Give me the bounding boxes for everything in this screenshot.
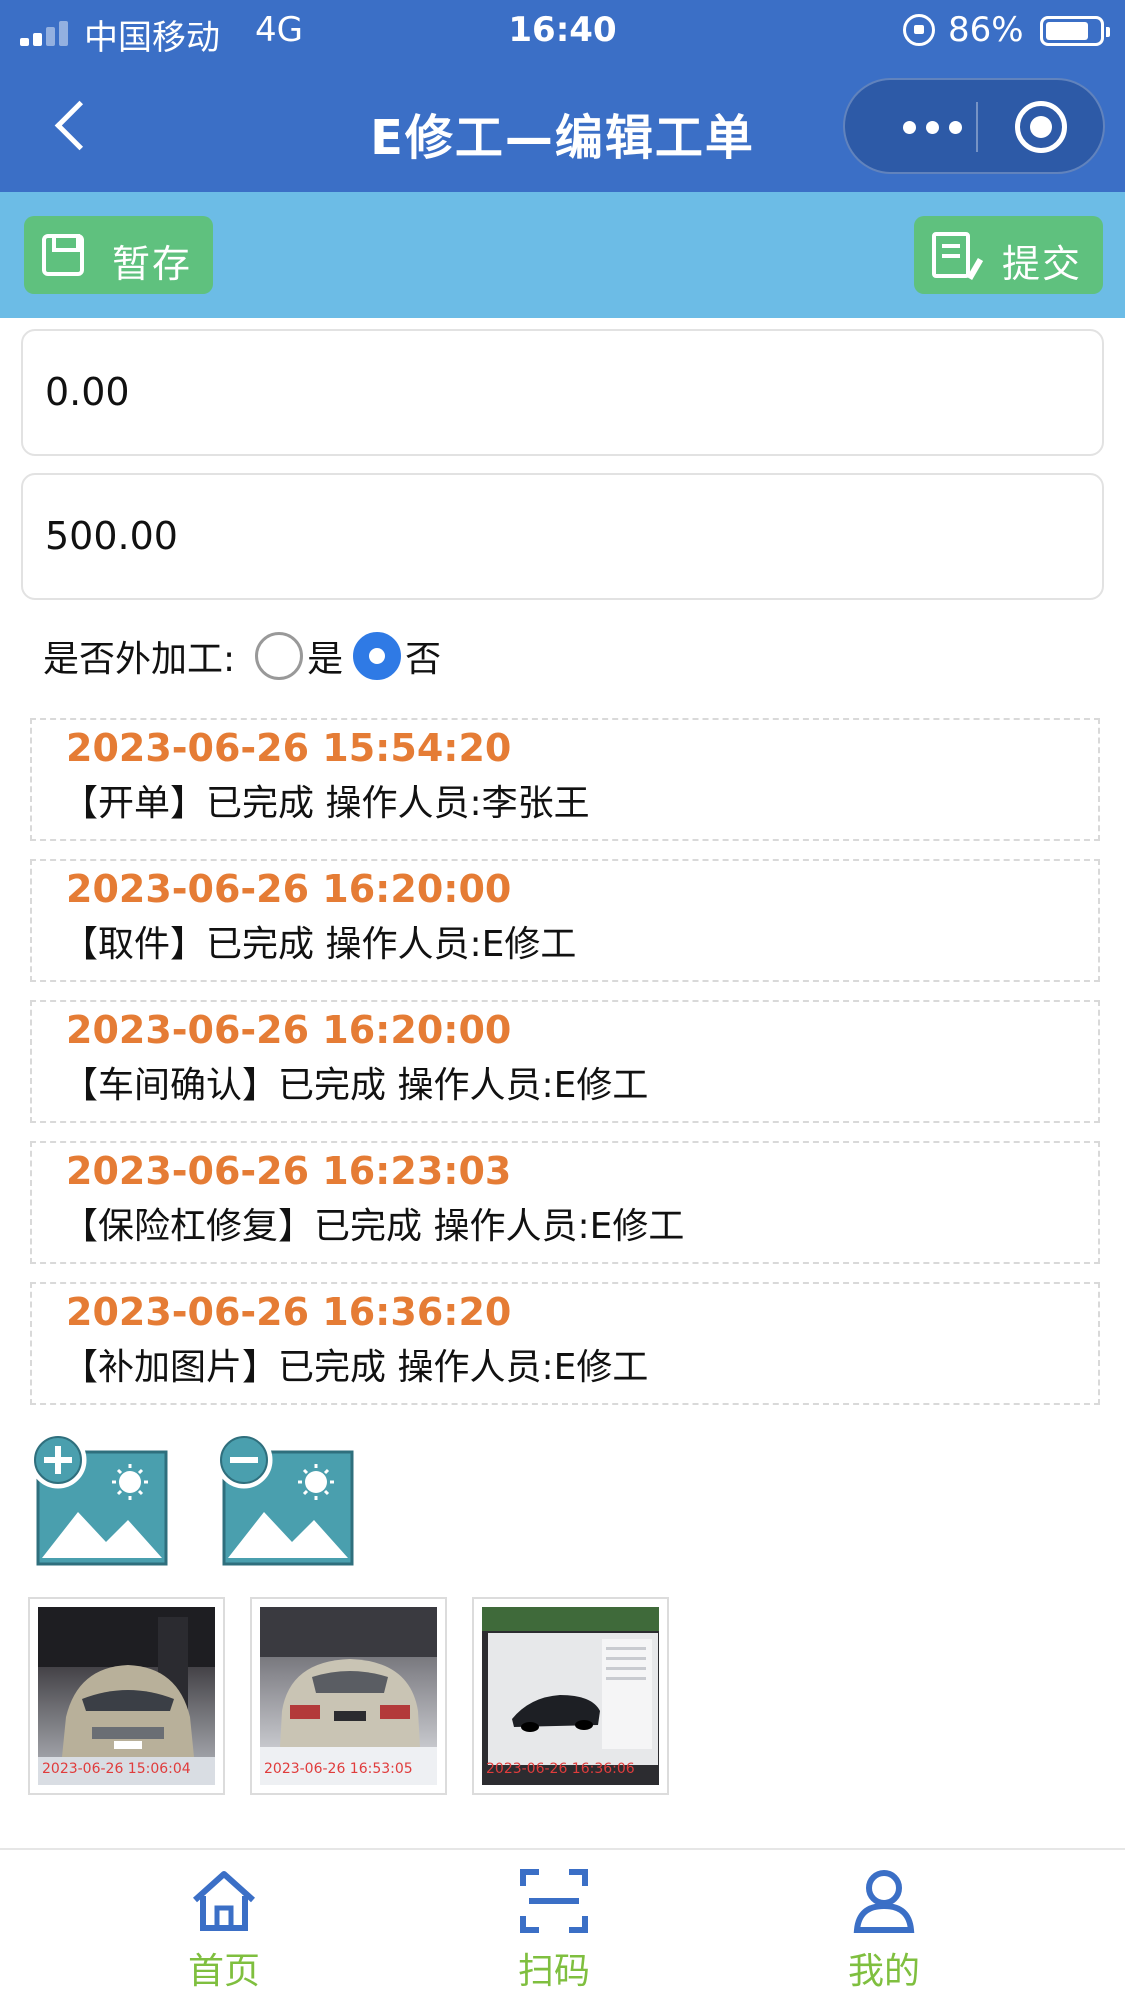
photo-thumbnail[interactable]: 2023-06-26 15:06:04 xyxy=(28,1597,225,1795)
log-time: 2023-06-26 16:20:00 xyxy=(66,867,512,911)
log-text: 【开单】已完成 操作人员:李张王 xyxy=(62,783,590,824)
log-time: 2023-06-26 16:36:20 xyxy=(66,1290,512,1334)
battery-percent: 86% xyxy=(948,10,1024,50)
log-text: 【保险杠修复】已完成 操作人员:E修工 xyxy=(62,1206,685,1247)
rotation-lock-icon xyxy=(903,14,935,46)
log-entry: 2023-06-26 16:20:00 【取件】已完成 操作人员:E修工 xyxy=(30,859,1100,982)
log-time: 2023-06-26 16:20:00 xyxy=(66,1008,512,1052)
status-bar: 中国移动 4G 16:40 86% xyxy=(0,0,1125,62)
capsule-divider xyxy=(976,102,978,152)
radio-no-label[interactable]: 否 xyxy=(405,630,441,682)
photo-timestamp: 2023-06-26 16:36:06 xyxy=(486,1761,635,1777)
car-front-photo: 2023-06-26 15:06:04 xyxy=(38,1607,215,1785)
amount-field-2[interactable]: 500.00 xyxy=(21,473,1104,600)
document-edit-icon xyxy=(932,232,970,278)
log-text: 【取件】已完成 操作人员:E修工 xyxy=(62,924,577,965)
log-time: 2023-06-26 16:23:03 xyxy=(66,1149,512,1193)
photo-thumbnail[interactable]: 2023-06-26 16:36:06 xyxy=(472,1597,669,1795)
submit-label: 提交 xyxy=(1002,242,1083,286)
photo-timestamp: 2023-06-26 16:53:05 xyxy=(264,1761,413,1777)
log-entry: 2023-06-26 15:54:20 【开单】已完成 操作人员:李张王 xyxy=(30,718,1100,841)
tab-scan-label: 扫码 xyxy=(517,1951,590,1992)
bottom-tab-bar: 首页 扫码 我的 xyxy=(0,1848,1125,2001)
add-image-icon[interactable] xyxy=(28,1430,173,1570)
remove-image-icon[interactable] xyxy=(214,1430,359,1570)
scan-icon xyxy=(520,1869,588,1933)
log-text: 【车间确认】已完成 操作人员:E修工 xyxy=(62,1065,649,1106)
outsourcing-radio-group: 是否外加工: 是 否 xyxy=(43,626,451,686)
mini-program-capsule xyxy=(843,78,1105,174)
photo-thumbnail[interactable]: 2023-06-26 16:53:05 xyxy=(250,1597,447,1795)
top-bar: 中国移动 4G 16:40 86% E修工—编辑工单 xyxy=(0,0,1125,192)
radio-yes-label[interactable]: 是 xyxy=(307,630,343,682)
tab-profile-label: 我的 xyxy=(847,1951,920,1992)
tab-home-label: 首页 xyxy=(187,1951,260,1992)
submit-button[interactable]: 提交 xyxy=(914,216,1103,294)
more-dots-icon[interactable] xyxy=(885,80,980,172)
outsourcing-question: 是否外加工: xyxy=(43,639,236,680)
car-rear-photo: 2023-06-26 16:53:05 xyxy=(260,1607,437,1785)
nav-bar: E修工—编辑工单 xyxy=(0,62,1125,192)
log-entry: 2023-06-26 16:20:00 【车间确认】已完成 操作人员:E修工 xyxy=(30,1000,1100,1123)
tab-home[interactable]: 首页 xyxy=(144,1868,304,1994)
tab-scan[interactable]: 扫码 xyxy=(474,1868,634,1994)
tab-profile[interactable]: 我的 xyxy=(804,1868,964,1994)
save-draft-label: 暂存 xyxy=(112,242,193,286)
log-text: 【补加图片】已完成 操作人员:E修工 xyxy=(62,1347,649,1388)
log-entry: 2023-06-26 16:23:03 【保险杠修复】已完成 操作人员:E修工 xyxy=(30,1141,1100,1264)
save-draft-button[interactable]: 暂存 xyxy=(24,216,213,294)
screen-car-photo: 2023-06-26 16:36:06 xyxy=(482,1607,659,1785)
battery-icon xyxy=(1040,16,1110,46)
log-time: 2023-06-26 15:54:20 xyxy=(66,726,512,770)
profile-icon xyxy=(853,1870,915,1933)
radio-no[interactable] xyxy=(353,632,402,680)
action-toolbar: 暂存 提交 xyxy=(0,192,1125,318)
amount-field-1[interactable]: 0.00 xyxy=(21,329,1104,456)
home-icon xyxy=(192,1871,256,1931)
log-entry: 2023-06-26 16:36:20 【补加图片】已完成 操作人员:E修工 xyxy=(30,1282,1100,1405)
photo-timestamp: 2023-06-26 15:06:04 xyxy=(42,1761,191,1777)
radio-yes[interactable] xyxy=(255,632,304,680)
close-target-icon[interactable] xyxy=(1015,101,1067,153)
floppy-disk-icon xyxy=(42,234,84,276)
